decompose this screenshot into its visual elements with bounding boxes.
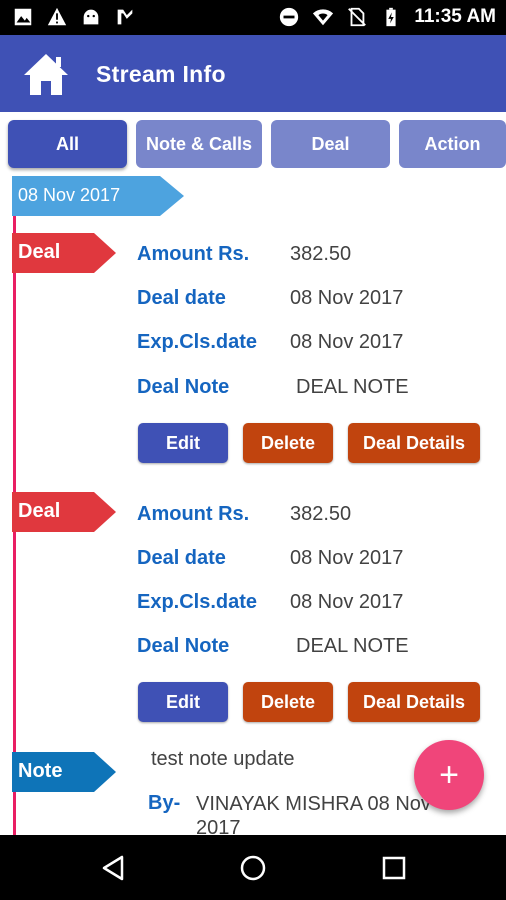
timeline-date: 08 Nov 2017 [18, 185, 121, 205]
delete-button[interactable]: Delete [243, 682, 333, 722]
amount-value: 382.50 [290, 243, 352, 265]
home-circle-icon[interactable] [237, 852, 269, 884]
android-icon [83, 9, 99, 25]
tab-all[interactable]: All [8, 120, 127, 168]
status-bar: 11:35 AM [0, 0, 506, 35]
by-label: By- [148, 792, 181, 814]
deal-tag: Deal [12, 233, 116, 273]
deal-date-value: 08 Nov 2017 [290, 287, 404, 309]
date-chip: 08 Nov 2017 [12, 176, 184, 216]
add-fab-button[interactable]: + [414, 740, 484, 810]
exp-cls-date-value: 08 Nov 2017 [290, 591, 404, 613]
battery-icon [386, 7, 396, 27]
back-icon[interactable] [98, 852, 130, 884]
deal-note-label: Deal Note [137, 635, 230, 657]
tab-note-calls[interactable]: Note & Calls [136, 120, 262, 168]
deal-date-label: Deal date [137, 287, 226, 309]
amount-label: Amount Rs. [137, 243, 250, 265]
edit-button[interactable]: Edit [138, 423, 228, 463]
exp-cls-date-value: 08 Nov 2017 [290, 331, 404, 353]
exp-cls-date-label: Exp.Cls.date [137, 591, 258, 613]
app-bar: Stream Info [0, 35, 506, 112]
recents-icon[interactable] [378, 852, 410, 884]
wifi-icon [313, 9, 334, 26]
deal-tag: Deal [12, 492, 116, 532]
warning-icon [47, 7, 67, 26]
no-sim-icon [348, 7, 367, 27]
download-icon [117, 9, 133, 25]
edit-button[interactable]: Edit [138, 682, 228, 722]
note-text: test note update [151, 748, 295, 770]
exp-cls-date-label: Exp.Cls.date [137, 331, 258, 353]
image-icon [14, 8, 32, 26]
delete-button[interactable]: Delete [243, 423, 333, 463]
deal-note-label: Deal Note [137, 376, 230, 398]
deal-note-value: DEAL NOTE [296, 376, 409, 398]
amount-label: Amount Rs. [137, 503, 250, 525]
tab-action[interactable]: Action [399, 120, 506, 168]
amount-value: 382.50 [290, 503, 352, 525]
note-tag: Note [12, 752, 116, 792]
by-value: VINAYAK MISHRA 08 Nov 2017 [196, 793, 431, 839]
tab-deal[interactable]: Deal [271, 120, 390, 168]
page-title: Stream Info [96, 61, 226, 87]
deal-date-label: Deal date [137, 547, 226, 569]
deal-date-value: 08 Nov 2017 [290, 547, 404, 569]
deal-note-value: DEAL NOTE [296, 635, 409, 657]
status-time: 11:35 AM [414, 6, 496, 27]
navigation-bar [0, 835, 506, 900]
home-icon[interactable] [22, 51, 70, 97]
deal-details-button[interactable]: Deal Details [348, 682, 480, 722]
do-not-disturb-icon [280, 7, 299, 27]
deal-details-button[interactable]: Deal Details [348, 423, 480, 463]
plus-icon: + [439, 756, 459, 794]
